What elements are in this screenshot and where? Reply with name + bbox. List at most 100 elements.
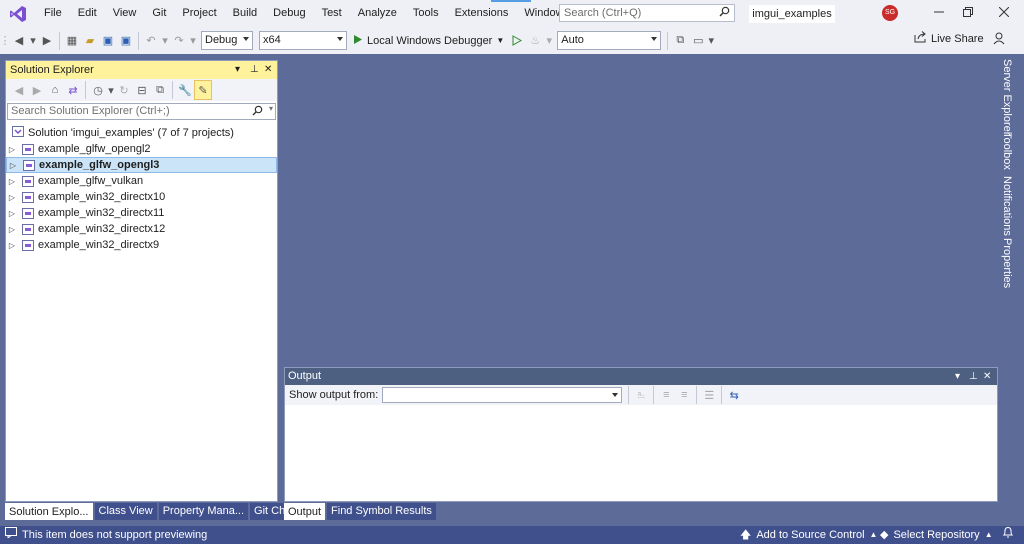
tab-class-view[interactable]: Class View <box>94 503 157 520</box>
pending-changes-filter-icon[interactable]: ◷ <box>89 80 107 100</box>
tab-toolbox[interactable]: Toolbox <box>1001 132 1013 170</box>
tab-solution-explorer[interactable]: Solution Explo... <box>5 503 93 520</box>
menu-debug[interactable]: Debug <box>265 0 313 27</box>
back-icon[interactable]: ◀ <box>10 80 28 100</box>
tab-properties[interactable]: Properties <box>1001 238 1013 288</box>
hot-reload-icon[interactable]: ♨ <box>526 31 544 51</box>
undo-icon[interactable]: ↶ <box>142 31 160 51</box>
right-tool-rail: Server Explorer Toolbox Notifications Pr… <box>999 54 1024 526</box>
menu-analyze[interactable]: Analyze <box>350 0 405 27</box>
forward-icon[interactable]: ▶ <box>38 31 56 51</box>
list-item[interactable]: ▷ example_win32_directx10 <box>6 189 277 205</box>
expand-icon[interactable]: ▷ <box>6 193 18 202</box>
menu-test[interactable]: Test <box>314 0 350 27</box>
menu-git[interactable]: Git <box>144 0 174 27</box>
pin-icon[interactable]: ⊥ <box>969 368 978 385</box>
properties-wrench-icon[interactable]: 🔧 <box>176 80 194 100</box>
collapse-all-icon[interactable]: ⊟ <box>133 80 151 100</box>
avatar[interactable]: SG <box>882 5 898 21</box>
chevron-up-icon: ▲ <box>984 530 993 539</box>
back-dropdown-icon[interactable]: ▾ <box>28 31 38 51</box>
restore-button[interactable] <box>951 0 985 27</box>
start-without-debugging-icon[interactable] <box>508 31 526 51</box>
search-input[interactable]: Search (Ctrl+Q) <box>559 4 735 22</box>
home-icon[interactable]: ⌂ <box>46 80 64 100</box>
redo-icon[interactable]: ↷ <box>170 31 188 51</box>
list-item[interactable]: ▷ example_glfw_opengl2 <box>6 141 277 157</box>
expand-icon[interactable]: ▷ <box>6 177 18 186</box>
git-diamond-icon: ◆ <box>880 529 889 541</box>
show-all-files-icon[interactable]: ⧉ <box>151 80 169 100</box>
expand-icon[interactable]: ▷ <box>6 225 18 234</box>
forward-icon[interactable]: ▶ <box>28 80 46 100</box>
back-icon[interactable]: ◀ <box>10 31 28 51</box>
output-text-area[interactable] <box>285 405 997 501</box>
menu-edit[interactable]: Edit <box>70 0 105 27</box>
tab-output[interactable]: Output <box>284 503 326 520</box>
auto-select[interactable]: Auto <box>557 31 662 50</box>
word-wrap-icon[interactable]: ⇆ <box>725 385 743 405</box>
output-source-select[interactable] <box>382 387 623 403</box>
tab-server-explorer[interactable]: Server Explorer <box>1001 59 1013 135</box>
list-item[interactable]: ▷ example_win32_directx12 <box>6 221 277 237</box>
redo-dropdown-icon[interactable]: ▾ <box>188 31 198 51</box>
expand-icon[interactable]: ▷ <box>6 145 18 154</box>
clear-all-icon[interactable]: ☰ <box>700 385 718 405</box>
menu-project[interactable]: Project <box>174 0 224 27</box>
menu-extensions[interactable]: Extensions <box>447 0 517 27</box>
window-layout-icon[interactable]: ▭ <box>689 31 707 51</box>
solution-configuration-select[interactable]: Debug <box>201 31 253 50</box>
feedback-icon[interactable] <box>993 31 1007 48</box>
start-debugging-button[interactable]: Local Windows Debugger ▼ <box>353 34 504 48</box>
window-position-icon[interactable]: ▾ <box>955 368 960 385</box>
solution-explorer-search-input[interactable]: Search Solution Explorer (Ctrl+;) ▾ <box>7 103 276 120</box>
close-button[interactable] <box>987 0 1021 27</box>
close-icon[interactable]: ✕ <box>264 61 272 79</box>
menu-view[interactable]: View <box>105 0 145 27</box>
switch-views-icon[interactable]: ⇄ <box>64 80 82 100</box>
tab-notifications[interactable]: Notifications <box>1001 176 1013 236</box>
toolbar-separator <box>628 386 630 404</box>
tab-property-manager[interactable]: Property Mana... <box>158 503 249 520</box>
chevron-down-icon <box>651 37 658 41</box>
menu-build[interactable]: Build <box>225 0 265 27</box>
save-icon[interactable]: ▣ <box>99 31 117 51</box>
expand-icon[interactable]: ▷ <box>7 161 19 170</box>
open-folder-icon[interactable]: ▰ <box>81 31 99 51</box>
expand-icon[interactable]: ▷ <box>6 241 18 250</box>
pin-icon[interactable]: ⊥ <box>250 61 259 79</box>
menu-file[interactable]: File <box>36 0 70 27</box>
find-message-icon[interactable]: ⎁ <box>632 385 650 405</box>
browse-folder-icon[interactable]: ⧉ <box>671 31 689 51</box>
search-placeholder: Search (Ctrl+Q) <box>564 7 642 19</box>
list-item[interactable]: ▷ example_win32_directx9 <box>6 237 277 253</box>
window-position-icon[interactable]: ▾ <box>235 61 240 79</box>
close-icon[interactable]: ✕ <box>983 368 991 385</box>
sync-icon[interactable]: ↻ <box>115 80 133 100</box>
search-options-icon[interactable]: ▾ <box>269 104 273 113</box>
solution-root-item[interactable]: Solution 'imgui_examples' (7 of 7 projec… <box>6 125 277 141</box>
live-share-button[interactable]: Live Share <box>914 31 984 46</box>
list-item[interactable]: ▷ example_glfw_opengl3 <box>6 157 277 173</box>
tab-find-symbol-results[interactable]: Find Symbol Results <box>327 503 436 520</box>
solution-platform-select[interactable]: x64 <box>259 31 347 50</box>
toolbar-overflow-icon[interactable]: ▾ <box>707 31 715 51</box>
preview-selected-items-icon[interactable]: ✎ <box>194 80 212 100</box>
previous-message-icon[interactable]: ≡ <box>657 385 675 405</box>
undo-dropdown-icon[interactable]: ▾ <box>160 31 170 51</box>
filter-dropdown-icon[interactable]: ▾ <box>107 80 115 100</box>
notifications-bell-icon[interactable] <box>1002 526 1014 538</box>
add-to-source-control-button[interactable]: 🡅 Add to Source Control ▲ <box>740 526 877 544</box>
list-item[interactable]: ▷ example_glfw_vulkan <box>6 173 277 189</box>
next-message-icon[interactable]: ≡ <box>675 385 693 405</box>
list-item[interactable]: ▷ example_win32_directx11 <box>6 205 277 221</box>
chevron-down-icon <box>612 393 619 397</box>
new-project-icon[interactable]: ▦ <box>63 31 81 51</box>
hot-reload-dropdown-icon[interactable]: ▾ <box>544 31 554 51</box>
menu-tools[interactable]: Tools <box>405 0 447 27</box>
solution-icon <box>12 126 24 140</box>
save-all-icon[interactable]: ▣ <box>117 31 135 51</box>
select-repository-button[interactable]: ◆ Select Repository ▲ <box>880 526 993 544</box>
chevron-down-icon[interactable]: ▼ <box>496 36 504 45</box>
expand-icon[interactable]: ▷ <box>6 209 18 218</box>
